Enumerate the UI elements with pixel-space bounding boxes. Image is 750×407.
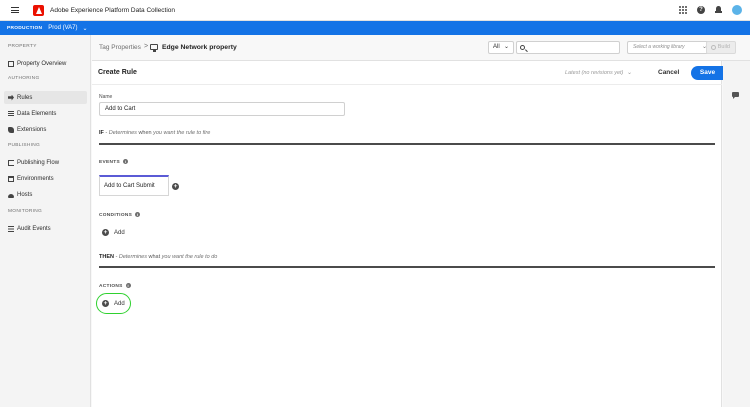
help-icon[interactable]: ? [697,6,705,14]
if-description: IF - Determines when you want the rule t… [99,130,210,136]
sidebar-item-label: Environments [17,175,54,182]
then-text-after: you want the rule to do [160,254,218,260]
monitor-icon [150,44,158,52]
if-text-before: - Determines [103,130,139,136]
sidebar-item-environments[interactable]: Environments [4,172,87,185]
sidebar-item-property-overview[interactable]: Property Overview [4,57,87,70]
then-divider [99,266,715,268]
sidebar-section-monitoring: MONITORING [8,209,43,214]
rule-editor: Create Rule Latest (no revisions yet) ⌄ … [92,61,737,407]
sidebar-item-publishing-flow[interactable]: Publishing Flow [4,156,87,169]
chevron-down-icon[interactable]: ⌄ [82,25,87,32]
sub-header: Tag Properties > Edge Network property A… [92,35,750,61]
app-title: Adobe Experience Platform Data Collectio… [50,6,176,14]
sidebar-item-data-elements[interactable]: Data Elements [4,107,87,120]
filter-select-value: All [493,44,500,50]
app-switcher-icon[interactable] [679,6,687,14]
info-icon[interactable]: i [135,212,141,217]
sidebar-item-label: Property Overview [17,60,67,67]
filter-select[interactable]: All ⌄ [488,41,514,54]
cloud-icon [8,193,14,198]
page-title: Edge Network property [162,43,237,51]
conditions-label-text: CONDITIONS [99,212,133,218]
add-condition-label: Add [114,229,125,236]
add-condition-button[interactable]: + Add [102,229,125,236]
name-field-label: Name [99,94,113,100]
add-action-label: Add [114,300,125,307]
environment-label: PRODUCTION [7,25,43,31]
notifications-bell-icon[interactable] [715,6,722,14]
then-description: THEN - Determines what you want the rule… [99,254,217,260]
events-label-text: EVENTS [99,159,120,165]
sidebar-section-property: PROPERTY [8,44,37,49]
rule-name-input[interactable]: Add to Cart [99,102,345,116]
sidebar-item-label: Publishing Flow [17,159,60,166]
plus-circle-icon: + [102,229,109,236]
comment-icon[interactable] [732,92,739,99]
environments-icon [8,175,14,182]
info-icon[interactable]: i [125,283,131,288]
then-text-bold: what [148,254,161,260]
hamburger-menu-icon[interactable] [11,7,19,13]
environment-bar: PRODUCTION Prod (VA7) ⌄ [0,21,750,35]
search-icon [520,44,525,50]
chevron-down-icon[interactable]: ⌄ [627,69,632,76]
add-action-button[interactable]: + Add [102,300,125,307]
save-button[interactable]: Save [691,66,724,80]
events-section-label: EVENTS i [99,159,128,165]
build-icon [711,45,716,50]
revision-select[interactable]: Latest (no revisions yet) [565,70,623,76]
event-card[interactable]: Add to Cart Submit [99,175,169,196]
working-library-placeholder: Select a working library [633,44,685,50]
rule-header: Create Rule Latest (no revisions yet) ⌄ … [92,61,737,85]
data-elements-icon [8,110,14,117]
rules-icon [8,94,14,101]
audit-list-icon [8,225,14,232]
publishing-flow-icon [8,159,14,166]
then-text-before: - Determines [113,254,149,260]
build-button[interactable]: Build [706,41,736,54]
adobe-logo-icon [33,4,44,16]
search-input[interactable] [516,41,620,54]
plus-circle-icon: + [102,300,109,307]
environment-selector[interactable]: Prod (VA7) [48,25,77,31]
top-app-bar: Adobe Experience Platform Data Collectio… [0,0,750,21]
sidebar-item-audit-events[interactable]: Audit Events [4,222,87,235]
sidebar-item-label: Data Elements [17,110,57,117]
user-avatar[interactable] [732,5,742,15]
actions-section-label: ACTIONS i [99,283,131,289]
extensions-icon [8,126,14,133]
rule-header-title: Create Rule [98,69,137,76]
chevron-down-icon: ⌄ [503,44,509,50]
sidebar-item-label: Extensions [17,126,47,133]
left-sidebar: PROPERTY Property Overview AUTHORING Rul… [0,35,91,407]
sidebar-section-authoring: AUTHORING [8,76,40,81]
sidebar-section-publishing: PUBLISHING [8,143,41,148]
then-keyword: THEN [99,254,114,260]
sidebar-item-label: Audit Events [17,225,51,232]
sidebar-item-rules[interactable]: Rules [4,91,87,104]
build-button-label: Build [717,44,730,50]
if-divider [99,143,715,145]
if-text-after: you want the rule to fire [151,130,211,136]
breadcrumb-tag-properties[interactable]: Tag Properties [99,44,141,51]
info-icon[interactable]: i [123,159,128,164]
sidebar-item-hosts[interactable]: Hosts [4,188,87,201]
right-rail [723,61,750,407]
add-event-icon[interactable]: + [172,183,179,190]
actions-label-text: ACTIONS [99,283,123,289]
sidebar-item-label: Hosts [17,191,33,198]
working-library-select[interactable]: Select a working library ⌄ [627,41,712,54]
if-text-bold: when [138,130,152,136]
breadcrumb-separator: > [144,43,149,50]
sidebar-item-label: Rules [17,94,33,101]
sidebar-item-extensions[interactable]: Extensions [4,123,87,136]
cancel-button[interactable]: Cancel [658,69,679,76]
document-icon [8,60,14,67]
conditions-section-label: CONDITIONS i [99,212,141,218]
